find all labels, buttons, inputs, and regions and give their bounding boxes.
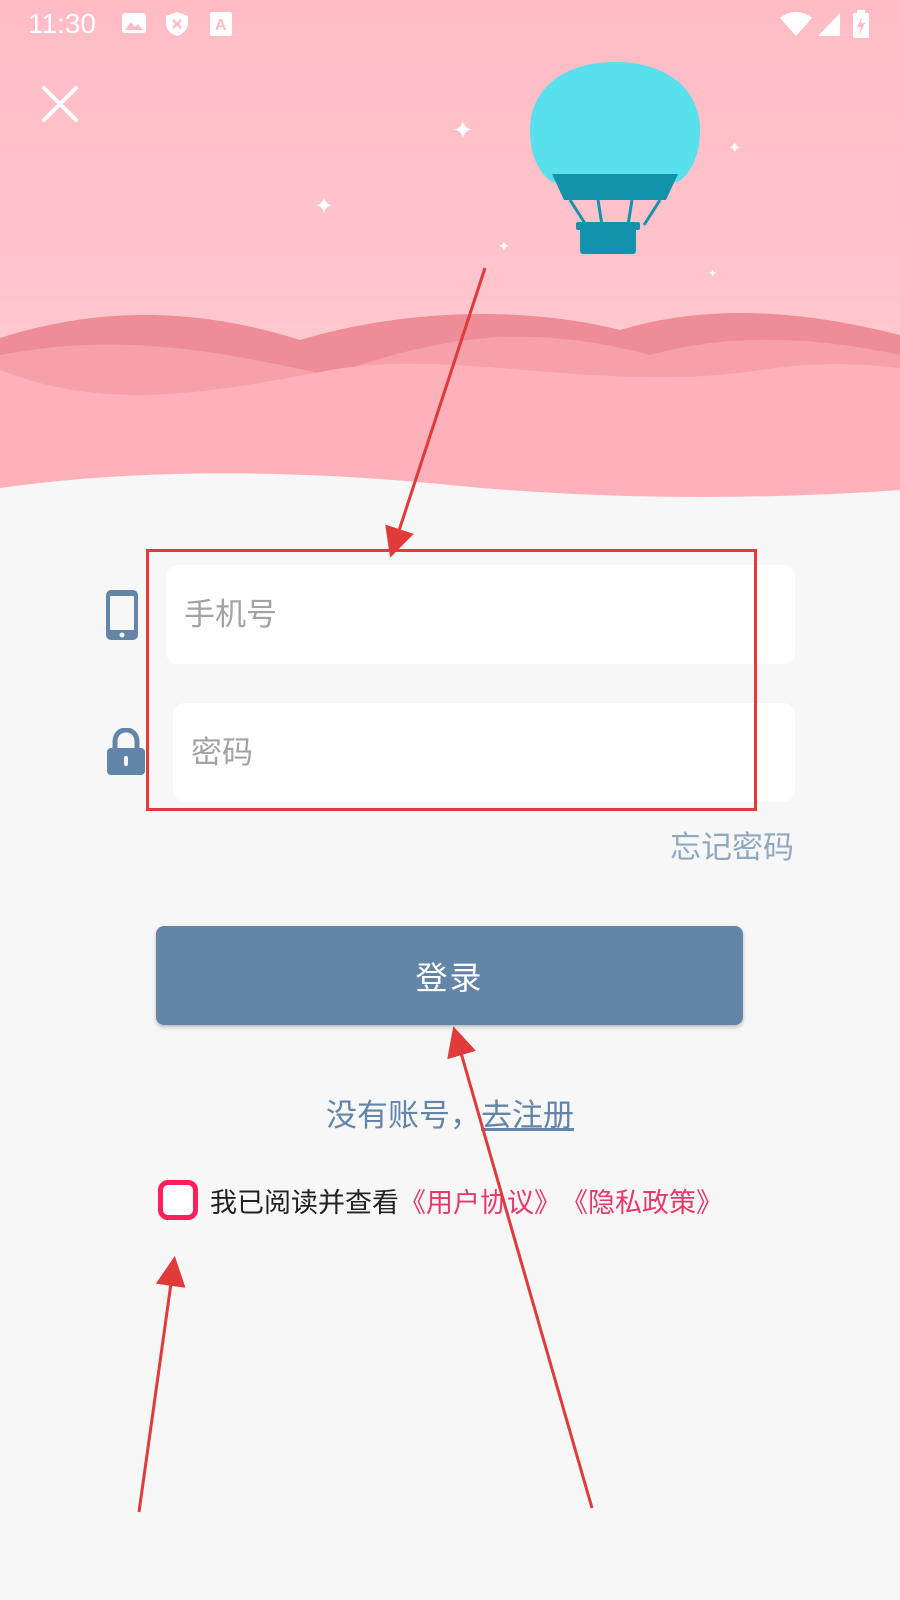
- balloon-icon: [530, 62, 700, 254]
- signal-icon: [818, 13, 840, 36]
- login-button[interactable]: 登录: [156, 926, 743, 1025]
- status-bar: 11:30 A: [0, 0, 900, 48]
- register-prompt: 没有账号，: [326, 1098, 481, 1134]
- password-input[interactable]: [173, 703, 795, 802]
- wifi-icon: [780, 12, 812, 36]
- font-a-icon: A: [210, 12, 232, 36]
- privacy-policy-link[interactable]: 《隐私政策》: [561, 1181, 723, 1220]
- agreement-checkbox[interactable]: [158, 1180, 198, 1220]
- sparkle-icon: ✦: [728, 138, 742, 157]
- agreement-text: 我已阅读并查看: [210, 1187, 399, 1219]
- sparkle-icon: ✦: [452, 116, 474, 146]
- forgot-password-link[interactable]: 忘记密码: [670, 822, 794, 867]
- header-illustration: ✦ ✦ ✦ ✦ ✦: [0, 0, 900, 500]
- user-agreement-link[interactable]: 《用户协议》: [399, 1181, 561, 1220]
- shield-x-icon: [166, 12, 188, 36]
- image-icon: [122, 13, 146, 33]
- register-row: 没有账号，去注册: [0, 1090, 900, 1135]
- status-time: 11:30: [28, 8, 96, 39]
- close-icon[interactable]: [38, 82, 82, 126]
- sparkle-icon: ✦: [498, 239, 510, 255]
- annotation-arrow: [137, 1256, 186, 1513]
- battery-charging-icon: [853, 10, 869, 38]
- lock-icon: [107, 728, 145, 775]
- svg-text:A: A: [215, 17, 227, 34]
- phone-input[interactable]: [166, 565, 795, 664]
- phone-icon: [106, 590, 138, 640]
- agreement-row: 我已阅读并查看 《用户协议》 《隐私政策》: [158, 1178, 723, 1222]
- sparkle-icon: ✦: [708, 267, 718, 280]
- sparkle-icon: ✦: [314, 192, 335, 220]
- register-link[interactable]: 去注册: [481, 1098, 574, 1134]
- waves-illustration: [0, 313, 900, 500]
